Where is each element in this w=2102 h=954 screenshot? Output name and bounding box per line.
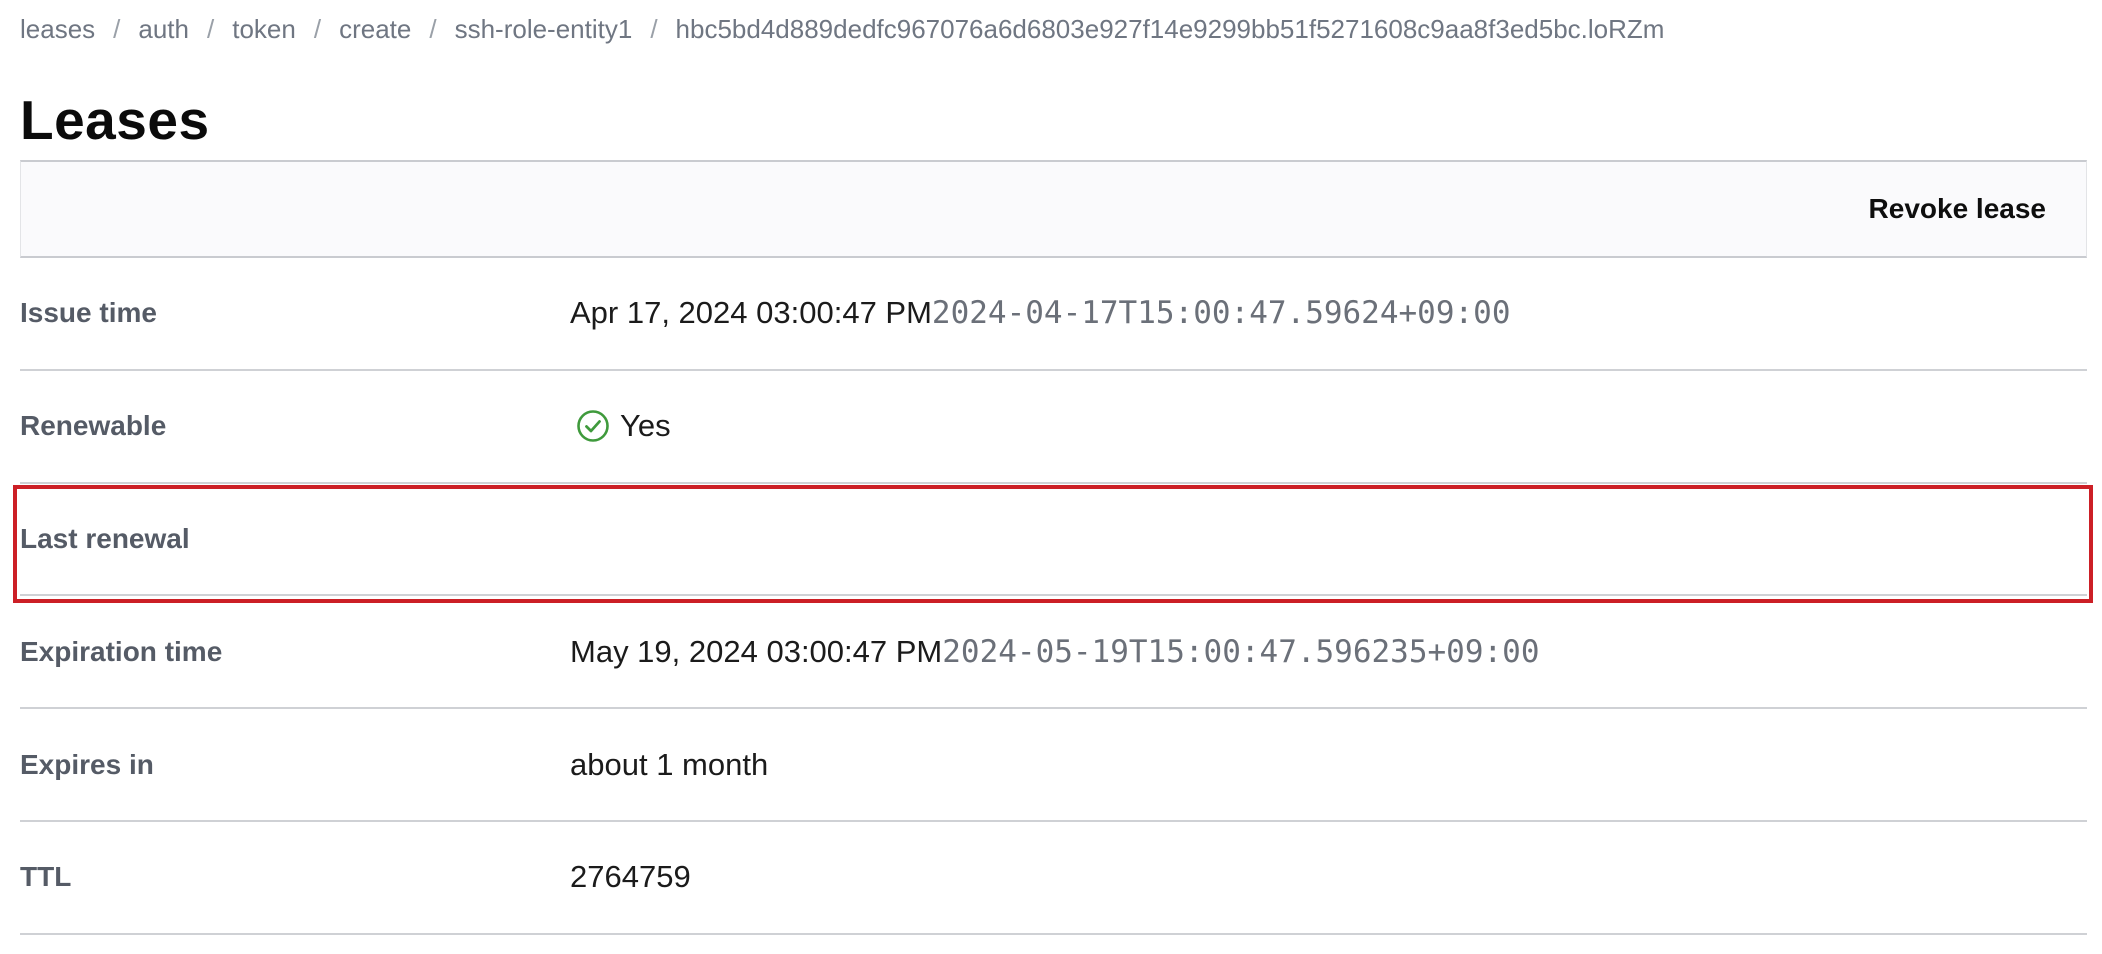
expiration-time-iso: 2024-05-19T15:00:47.596235+09:00 — [942, 633, 1540, 670]
ttl-value: 2764759 — [570, 859, 691, 895]
renewable-text: Yes — [620, 408, 671, 444]
page-title: Leases — [20, 89, 210, 151]
revoke-lease-button[interactable]: Revoke lease — [1849, 179, 2086, 239]
last-renewal-label: Last renewal — [20, 522, 190, 554]
issue-time-value: Apr 17, 2024 03:00:47 PM 2024-04-17T15:00… — [570, 295, 1511, 331]
info-row-issue-time: Issue time Apr 17, 2024 03:00:47 PM 2024-… — [20, 258, 2087, 371]
renewable-value: Yes — [570, 408, 671, 444]
info-row-renewable: Renewable Yes — [20, 371, 2087, 484]
expires-in-label: Expires in — [20, 748, 154, 780]
breadcrumb: leases / auth / token / create / ssh-rol… — [20, 0, 2087, 58]
breadcrumb-separator: / — [429, 13, 437, 44]
breadcrumb-item-auth[interactable]: auth — [138, 14, 189, 45]
expiration-time-display: May 19, 2024 03:00:47 PM — [570, 633, 943, 669]
breadcrumb-item-role[interactable]: ssh-role-entity1 — [455, 14, 633, 45]
breadcrumb-separator: / — [207, 13, 215, 44]
breadcrumb-separator: / — [113, 13, 121, 44]
breadcrumb-item-lease-id: hbc5bd4d889dedfc967076a6d6803e927f14e929… — [675, 13, 1665, 44]
expires-in-value: about 1 month — [570, 746, 769, 782]
issue-time-label: Issue time — [20, 297, 157, 329]
breadcrumb-separator: / — [313, 13, 322, 44]
info-row-last-renewal: Last renewal — [13, 484, 2093, 603]
lease-info-list: Issue time Apr 17, 2024 03:00:47 PM 2024-… — [13, 258, 2093, 935]
check-circle-icon — [576, 409, 610, 443]
info-row-expiration-time: Expiration time May 19, 2024 03:00:47 PM… — [20, 596, 2087, 710]
lease-detail-page: leases / auth / token / create / ssh-rol… — [13, 0, 2093, 935]
breadcrumb-item-leases[interactable]: leases — [20, 14, 95, 45]
issue-time-iso: 2024-04-17T15:00:47.59624+09:00 — [931, 295, 1511, 332]
renewable-label: Renewable — [20, 410, 167, 442]
toolbar: Revoke lease — [20, 160, 2087, 258]
breadcrumb-item-token[interactable]: token — [232, 14, 296, 45]
issue-time-display: Apr 17, 2024 03:00:47 PM — [570, 295, 932, 331]
info-row-ttl: TTL 2764759 — [20, 822, 2087, 935]
breadcrumb-separator: / — [650, 13, 658, 44]
expiration-time-label: Expiration time — [20, 635, 223, 667]
expiration-time-value: May 19, 2024 03:00:47 PM 2024-05-19T15:00… — [570, 634, 1539, 670]
ttl-label: TTL — [20, 861, 72, 893]
info-row-expires-in: Expires in about 1 month — [20, 709, 2087, 822]
breadcrumb-item-create[interactable]: create — [339, 14, 411, 45]
